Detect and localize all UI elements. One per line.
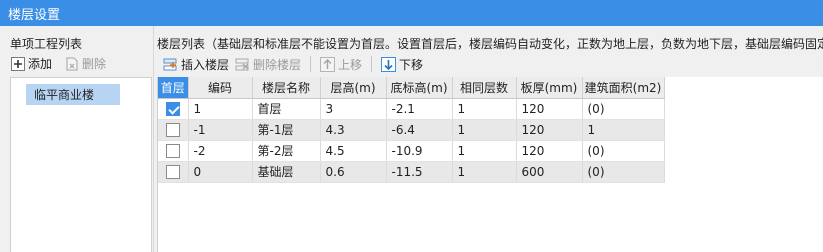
same-count-cell[interactable]: 1 [452,119,517,141]
floor-list-title: 楼层列表（基础层和标准层不能设置为首层。设置首层后，楼层编码自动变化，正数为地上… [157,37,823,51]
floor-grid: 首层 编码 楼层名称 层高(m) 底标高(m) 相同层数 板厚(mm) 建筑面积… [157,77,823,252]
window-titlebar: 楼层设置 [0,0,823,26]
add-label: 添加 [28,57,53,71]
add-icon [10,56,25,71]
height-cell[interactable]: 4.5 [320,140,387,162]
area-cell[interactable]: 1 [582,119,665,141]
move-up-label: 上移 [338,57,363,72]
slab-thickness-cell[interactable]: 120 [516,140,583,162]
delete-doc-icon [64,56,79,71]
first-floor-cell[interactable] [158,98,189,120]
area-cell[interactable]: (0) [582,161,665,183]
arrow-up-icon [320,56,336,72]
name-cell[interactable]: 第-2层 [252,140,321,162]
delete-rows-icon [235,57,250,72]
code-cell[interactable]: -1 [188,119,253,141]
move-up-button[interactable]: 上移 [320,56,362,73]
name-cell[interactable]: 首层 [252,98,321,120]
first-floor-checkbox[interactable] [165,101,180,116]
window-title: 楼层设置 [8,7,61,23]
code-cell[interactable]: -2 [188,140,253,162]
first-floor-checkbox[interactable] [165,122,180,137]
column-header-height[interactable]: 层高(m) [320,77,387,99]
project-list-title: 单项工程列表 [10,37,83,51]
column-header-first-floor[interactable]: 首层 [158,77,189,99]
height-cell[interactable]: 3 [320,98,387,120]
name-cell[interactable]: 基础层 [252,161,321,183]
first-floor-checkbox[interactable] [165,164,180,179]
floor-toolbar: 插入楼层 删除楼层 上移 下移 [157,53,823,75]
column-header-area[interactable]: 建筑面积(m2) [582,77,665,99]
bottom-elevation-cell[interactable]: -2.1 [386,98,453,120]
insert-floor-label: 插入楼层 [181,57,230,72]
add-project-button[interactable]: 添加 [10,55,52,72]
column-header-code[interactable]: 编码 [188,77,253,99]
first-floor-checkbox[interactable] [165,143,180,158]
bottom-elevation-cell[interactable]: -11.5 [386,161,453,183]
project-toolbar: 添加 删除 [10,53,152,74]
slab-thickness-cell[interactable]: 120 [516,119,583,141]
code-cell[interactable]: 0 [188,161,253,183]
column-header-bottom-elevation[interactable]: 底标高(m) [386,77,453,99]
bottom-elevation-cell[interactable]: -6.4 [386,119,453,141]
first-floor-cell[interactable] [158,140,189,162]
delete-floor-label: 删除楼层 [253,57,302,72]
table-row[interactable]: 0 基础层 0.6 -11.5 1 600 (0) [158,161,665,183]
bottom-elevation-cell[interactable]: -10.9 [386,140,453,162]
column-header-name[interactable]: 楼层名称 [252,77,321,99]
slab-thickness-cell[interactable]: 120 [516,98,583,120]
panel-divider[interactable] [153,26,154,252]
column-header-slab-thickness[interactable]: 板厚(mm) [516,77,583,99]
project-item-label: 临平商业楼 [34,88,95,102]
insert-floor-button[interactable]: 插入楼层 [163,56,229,73]
code-cell[interactable]: 1 [188,98,253,120]
table-header: 首层 编码 楼层名称 层高(m) 底标高(m) 相同层数 板厚(mm) 建筑面积… [158,77,665,99]
table-row[interactable]: -2 第-2层 4.5 -10.9 1 120 (0) [158,140,665,162]
insert-rows-icon [163,57,178,72]
move-down-button[interactable]: 下移 [381,56,423,73]
area-cell[interactable]: (0) [582,140,665,162]
height-cell[interactable]: 4.3 [320,119,387,141]
table-row[interactable]: -1 第-1层 4.3 -6.4 1 120 1 [158,119,665,141]
column-header-same-count[interactable]: 相同层数 [452,77,517,99]
delete-label: 删除 [82,57,107,71]
table-row[interactable]: 1 首层 3 -2.1 1 120 (0) [158,98,665,120]
same-count-cell[interactable]: 1 [452,98,517,120]
arrow-down-icon [381,56,397,72]
first-floor-cell[interactable] [158,119,189,141]
move-down-label: 下移 [399,57,424,72]
slab-thickness-cell[interactable]: 600 [516,161,583,183]
name-cell[interactable]: 第-1层 [252,119,321,141]
delete-floor-button[interactable]: 删除楼层 [235,56,301,73]
area-cell[interactable]: (0) [582,98,665,120]
height-cell[interactable]: 0.6 [320,161,387,183]
toolbar-separator [310,56,312,72]
toolbar-separator [371,56,373,72]
first-floor-cell[interactable] [158,161,189,183]
project-panel: 单项工程列表 添加 删除 临平商业楼 [0,26,152,252]
floor-table: 首层 编码 楼层名称 层高(m) 底标高(m) 相同层数 板厚(mm) 建筑面积… [158,77,665,183]
same-count-cell[interactable]: 1 [452,140,517,162]
same-count-cell[interactable]: 1 [452,161,517,183]
project-item[interactable]: 临平商业楼 [26,84,120,105]
dialog-body: 单项工程列表 添加 删除 临平商业楼 楼层列表（基础层和标准层不能设置为首层。设… [0,26,823,252]
project-list: 临平商业楼 [10,77,152,252]
delete-project-button[interactable]: 删除 [64,55,106,72]
